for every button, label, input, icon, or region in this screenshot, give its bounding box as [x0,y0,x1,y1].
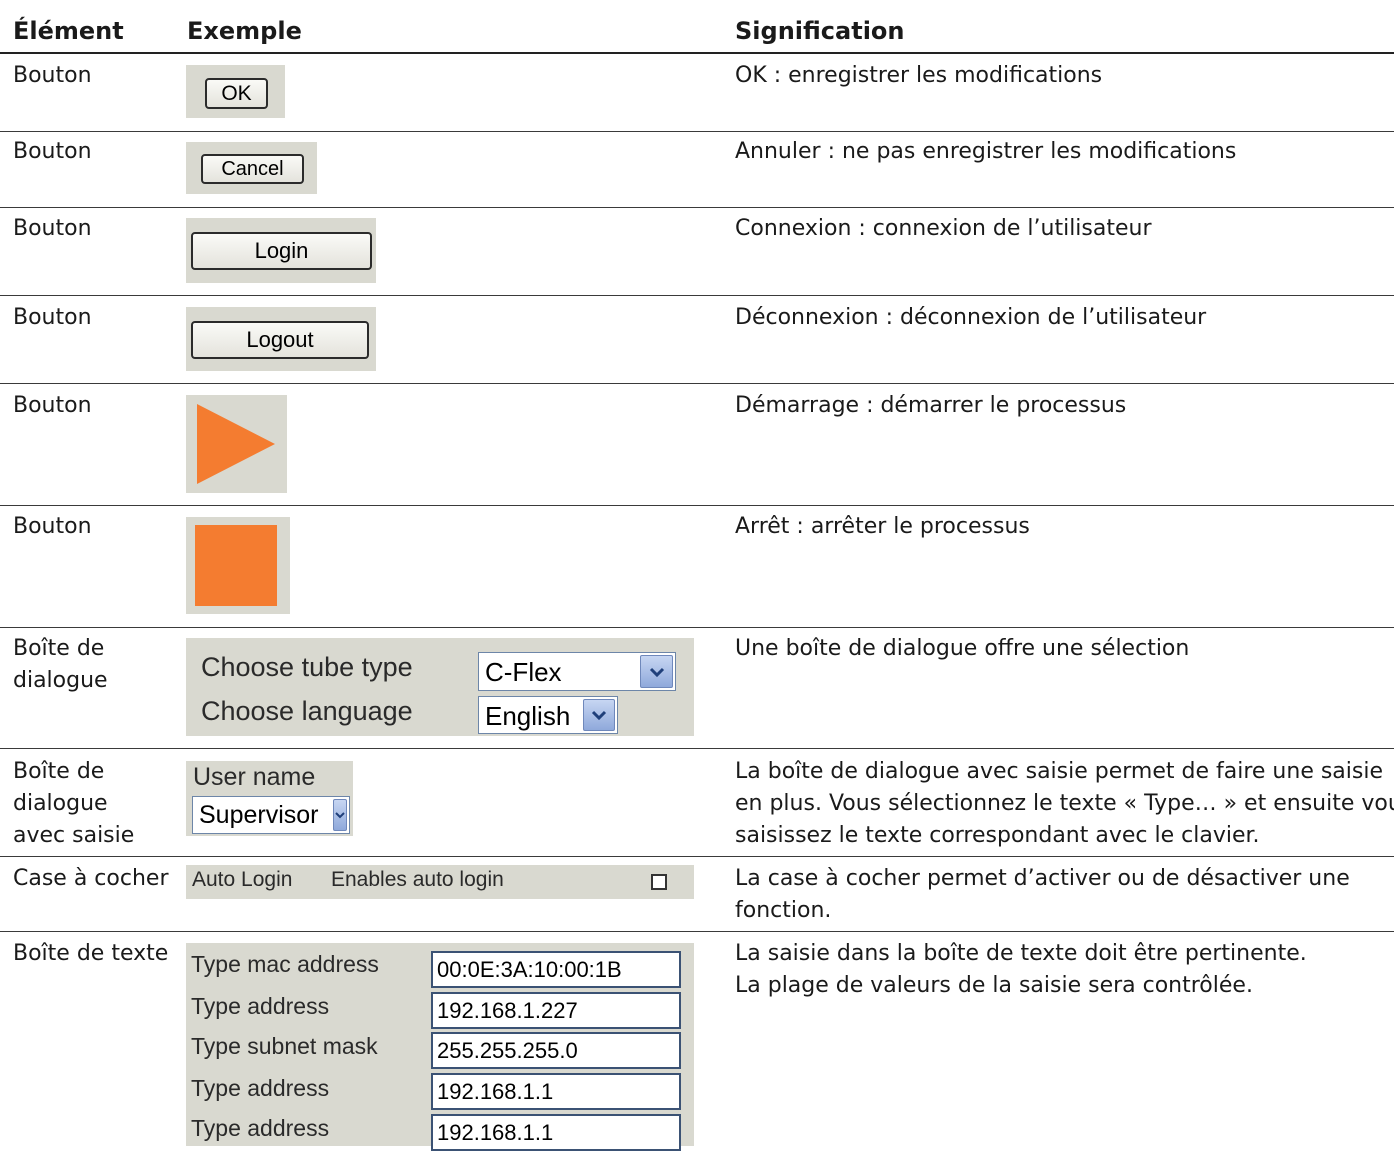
row-dialog-element-line: dialogue [13,668,108,693]
row-start-element: Bouton [13,393,92,418]
dns-address-input[interactable]: 192.168.1.1 [431,1114,681,1151]
row-dialog-input-element-line: avec saisie [13,823,135,848]
row-dialog-meaning: Une boîte de dialogue offre une sélectio… [735,636,1190,661]
subnet-mask-input[interactable]: 255.255.255.0 [431,1032,681,1069]
language-label: Choose language [201,696,413,726]
logout-example-panel: Logout [186,307,376,371]
row-dialog-input-element-line: dialogue [13,791,108,816]
row-textbox-meaning-line: La saisie dans la boîte de texte doit êt… [735,941,1307,966]
cancel-button[interactable]: Cancel [201,154,304,184]
logout-button[interactable]: Logout [191,321,369,359]
row-dialog-element: Boîte de dialogue [13,633,108,697]
dialog-example-panel: Choose tube type C-Flex Choose language … [186,638,694,736]
row-cancel-element: Bouton [13,139,92,164]
row-textbox-element: Boîte de texte [13,941,169,966]
row-ok-element: Bouton [13,63,92,88]
row-dialog-input-element-line: Boîte de [13,759,105,784]
gateway-address-input[interactable]: 192.168.1.1 [431,1073,681,1110]
play-icon [197,404,275,484]
ok-example-panel: OK [186,65,285,118]
row-divider [0,207,1394,208]
user-name-value: Supervisor [199,801,319,829]
row-divider [0,627,1394,628]
tube-type-select[interactable]: C-Flex [478,652,676,691]
row-start-meaning: Démarrage : démarrer le processus [735,393,1127,418]
row-logout-element: Bouton [13,305,92,330]
row-divider [0,856,1394,857]
ok-button[interactable]: OK [205,78,268,109]
row-divider [0,505,1394,506]
row-checkbox-meaning-line: fonction. [735,898,832,923]
row-divider [0,931,1394,932]
row-checkbox-meaning-line: La case à cocher permet d’activer ou de … [735,866,1350,891]
row-login-meaning: Connexion : connexion de l’utilisateur [735,216,1152,241]
row-stop-meaning: Arrêt : arrêter le processus [735,514,1030,539]
row-dialog-input-element: Boîte de dialogue avec saisie [13,756,134,852]
auto-login-checkbox[interactable] [651,874,667,890]
row-stop-element: Bouton [13,514,92,539]
auto-login-label: Auto Login [192,868,293,891]
dns-address-label: Type address [191,1115,330,1141]
header-element: Élément [13,17,124,45]
tube-type-value: C-Flex [485,657,562,687]
row-divider [0,748,1394,749]
row-textbox-meaning-line: La plage de valeurs de la saisie sera co… [735,973,1253,998]
subnet-mask-label: Type subnet mask [191,1033,378,1059]
row-ok-meaning: OK : enregistrer les modifications [735,63,1103,88]
login-example-panel: Login [186,218,376,283]
row-dialog-element-line: Boîte de [13,636,105,661]
tube-type-label: Choose tube type [201,652,413,682]
stop-icon [195,525,277,606]
row-divider [0,295,1394,296]
auto-login-description: Enables auto login [331,868,504,891]
row-textbox-meaning: La saisie dans la boîte de texte doit êt… [735,938,1307,1002]
checkbox-example-panel: Auto Login Enables auto login [186,865,694,899]
ip-address-input[interactable]: 192.168.1.227 [431,992,681,1029]
start-button[interactable] [186,395,287,493]
cancel-example-panel: Cancel [186,142,317,194]
textbox-example-panel: Type mac address 00:0E:3A:10:00:1B Type … [186,943,694,1151]
chevron-down-icon[interactable] [640,655,673,688]
ip-address-label: Type address [191,993,330,1019]
row-divider [0,383,1394,384]
language-select[interactable]: English [478,696,618,734]
row-cancel-meaning: Annuler : ne pas enregistrer les modific… [735,139,1237,164]
row-logout-meaning: Déconnexion : déconnexion de l’utilisate… [735,305,1207,330]
gateway-address-label: Type address [191,1075,330,1101]
row-dialog-input-meaning: La boîte de dialogue avec saisie permet … [735,756,1394,852]
chevron-down-icon[interactable] [333,799,347,831]
row-checkbox-element: Case à cocher [13,866,169,891]
row-dialog-input-meaning-line: La boîte de dialogue avec saisie permet … [735,759,1384,784]
row-dialog-input-meaning-line: saisissez le texte correspondant avec le… [735,823,1260,848]
language-value: English [485,701,571,731]
user-name-combobox[interactable]: Supervisor [192,796,350,834]
header-meaning: Signification [735,17,905,45]
header-example: Exemple [187,17,302,45]
login-button[interactable]: Login [191,232,372,270]
header-rule [0,52,1394,54]
dialog-input-example-panel: User name Supervisor [186,761,353,836]
user-name-label: User name [193,763,316,791]
mac-address-input[interactable]: 00:0E:3A:10:00:1B [431,951,681,988]
mac-address-label: Type mac address [191,951,379,977]
row-login-element: Bouton [13,216,92,241]
row-checkbox-meaning: La case à cocher permet d’activer ou de … [735,863,1350,927]
row-divider [0,131,1394,132]
row-dialog-input-meaning-line: en plus. Vous sélectionnez le texte « Ty… [735,791,1394,816]
chevron-down-icon[interactable] [583,699,615,731]
stop-button[interactable] [186,517,290,614]
